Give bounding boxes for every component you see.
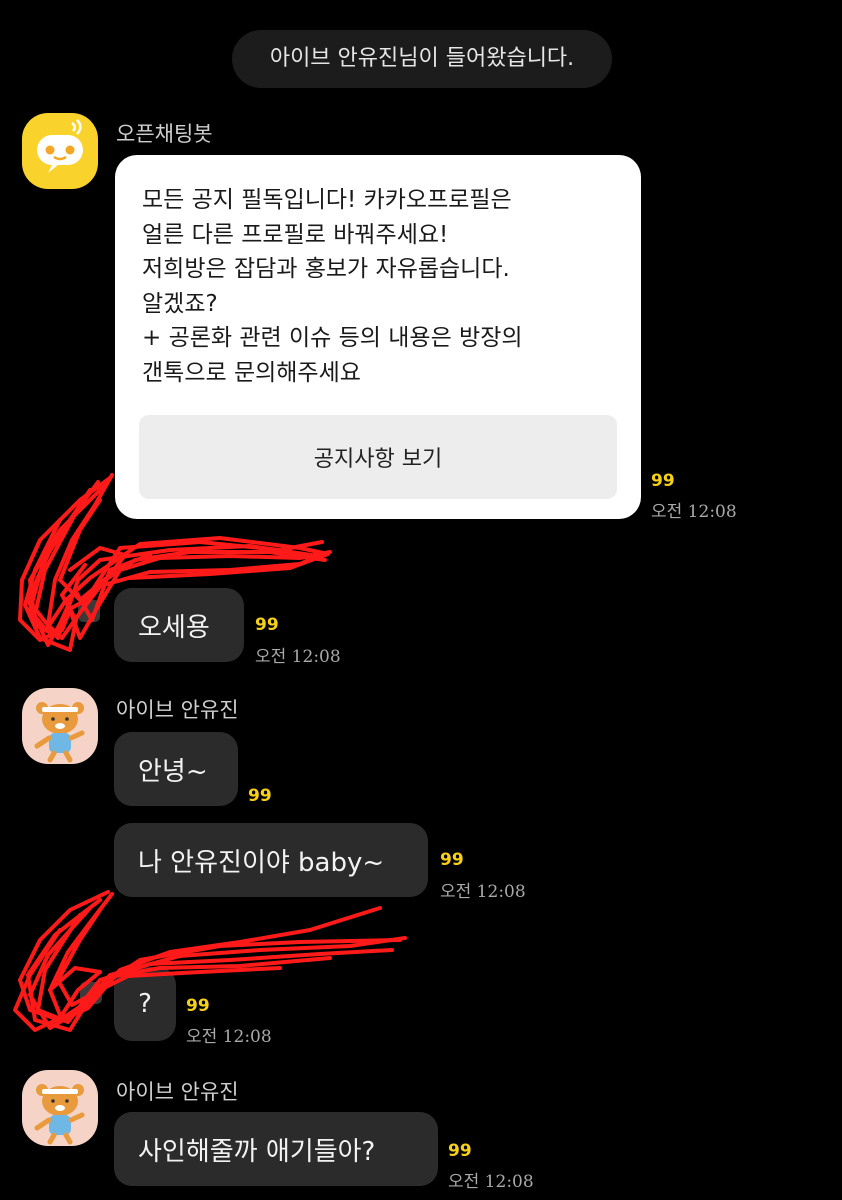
message-text: 안녕~	[138, 756, 208, 787]
ryan-character-avatar-icon[interactable]	[22, 688, 98, 764]
view-notice-button[interactable]: 공지사항 보기	[139, 415, 617, 499]
unread-count: 99	[651, 471, 675, 491]
unread-count: 99	[448, 1141, 472, 1161]
message-time: 오전 12:08	[448, 1172, 534, 1192]
red-scribble-redaction	[13, 890, 407, 1032]
message-bubble[interactable]: 나 안유진이야 baby~	[114, 823, 428, 897]
unread-count: 99	[255, 615, 279, 635]
message-bubble[interactable]: 오세용	[114, 588, 244, 662]
unread-count: 99	[186, 996, 210, 1016]
hidden-avatar-fragment	[78, 600, 100, 622]
unread-count: 99	[440, 850, 464, 870]
ryan-character-avatar-icon[interactable]	[22, 1070, 98, 1146]
chatbot-avatar-icon[interactable]	[22, 113, 98, 189]
message-text: 오세용	[138, 612, 210, 643]
system-join-notice: 아이브 안유진님이 들어왔습니다.	[232, 30, 612, 88]
unread-count: 99	[248, 786, 272, 806]
message-text: 사인해줄까 애기들아?	[138, 1136, 376, 1167]
hidden-avatar-fragment	[80, 982, 102, 1004]
bot-sender-name: 오픈채팅봇	[116, 122, 213, 146]
message-time: 오전 12:08	[255, 647, 341, 667]
notice-text: 모든 공지 필독입니다! 카카오프로필은 얼른 다른 프로필로 바꿔주세요! 저…	[142, 187, 523, 386]
message-text: ?	[138, 989, 152, 1019]
message-bubble[interactable]: 안녕~	[114, 732, 238, 806]
message-bubble[interactable]: 사인해줄까 애기들아?	[114, 1112, 438, 1186]
sender-name: 아이브 안유진	[116, 1080, 239, 1104]
message-text: 나 안유진이야 baby~	[138, 847, 385, 878]
message-bubble[interactable]: ?	[114, 967, 176, 1041]
message-time: 오전 12:08	[440, 882, 526, 902]
message-time: 오전 12:08	[186, 1027, 272, 1047]
sender-name: 아이브 안유진	[116, 698, 239, 722]
message-time: 오전 12:08	[651, 502, 737, 522]
notice-card: 모든 공지 필독입니다! 카카오프로필은 얼른 다른 프로필로 바꿔주세요! 저…	[115, 155, 641, 519]
